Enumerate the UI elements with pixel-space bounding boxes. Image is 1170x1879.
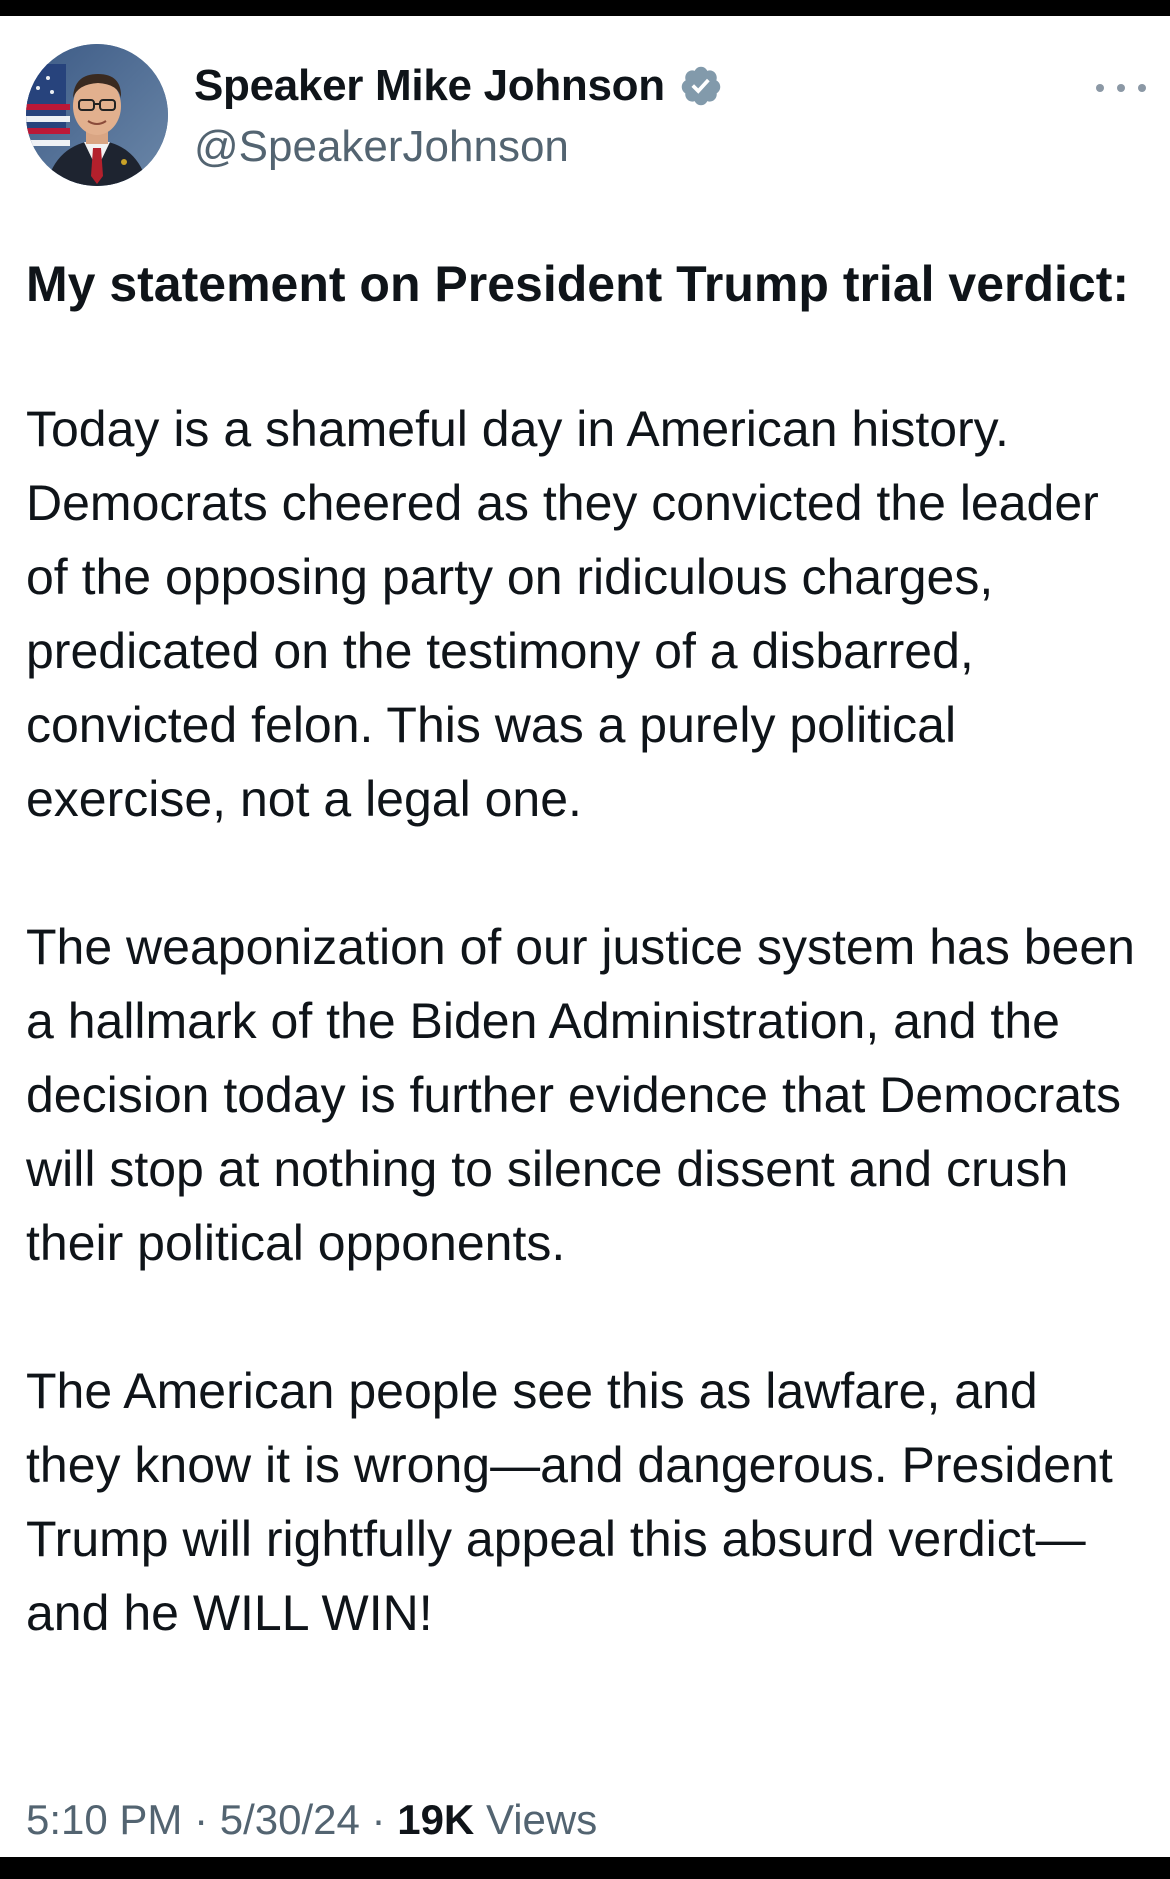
tweet-card: Speaker Mike Johnson @SpeakerJohnson My … <box>0 16 1170 1857</box>
views-count[interactable]: 19K <box>397 1796 474 1843</box>
author-handle[interactable]: @SpeakerJohnson <box>194 122 723 172</box>
avatar-photo <box>26 44 168 186</box>
author-display-name[interactable]: Speaker Mike Johnson <box>194 61 665 111</box>
avatar[interactable] <box>26 44 168 186</box>
meta-separator: · <box>182 1796 220 1843</box>
bottom-black-bar <box>0 1857 1170 1879</box>
tweet-paragraph: The American people see this as lawfare,… <box>26 1363 1113 1641</box>
display-name-row: Speaker Mike Johnson <box>194 60 723 112</box>
tweet-date[interactable]: 5/30/24 <box>220 1796 360 1843</box>
tweet-paragraph: Today is a shameful day in American hist… <box>26 401 1099 827</box>
tweet-time[interactable]: 5:10 PM <box>26 1796 182 1843</box>
views-label: Views <box>474 1796 598 1843</box>
tweet-meta: 5:10 PM · 5/30/24 · 19K Views <box>26 1796 597 1844</box>
top-black-bar <box>0 0 1170 16</box>
verified-badge-icon <box>679 64 723 108</box>
more-dot <box>1096 84 1104 92</box>
more-options-icon[interactable] <box>1096 78 1146 98</box>
tweet-body: My statement on President Trump trial ve… <box>26 248 1146 1724</box>
tweet-header: Speaker Mike Johnson @SpeakerJohnson <box>26 30 1146 186</box>
author-names: Speaker Mike Johnson @SpeakerJohnson <box>194 60 723 172</box>
tweet-paragraph: The weaponization of our justice system … <box>26 919 1135 1271</box>
tweet-heading: My statement on President Trump trial ve… <box>26 256 1130 312</box>
more-dot <box>1138 84 1146 92</box>
more-dot <box>1117 84 1125 92</box>
meta-separator: · <box>359 1796 398 1843</box>
